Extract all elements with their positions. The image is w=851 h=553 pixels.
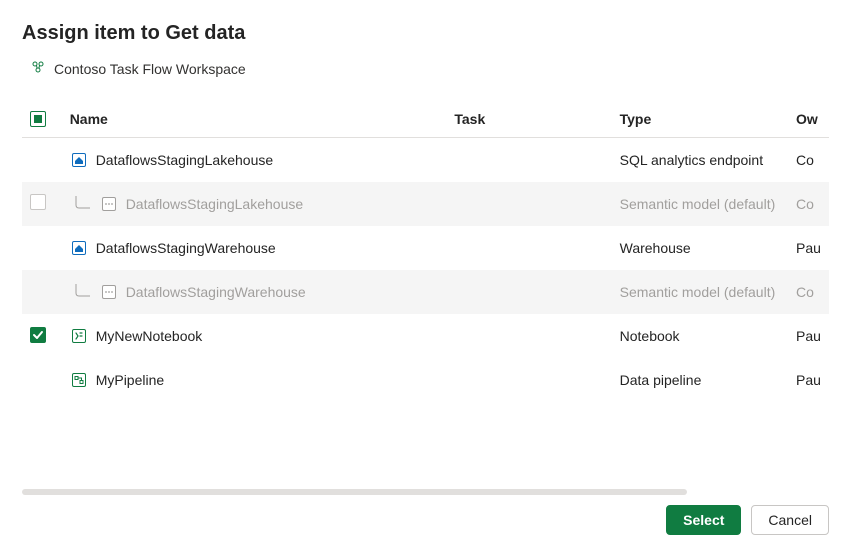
lakehouse-icon [70, 151, 88, 169]
item-type: Warehouse [612, 226, 788, 270]
table-row[interactable]: DataflowsStagingLakehouse Semantic model … [22, 182, 829, 226]
item-owner: Co [788, 138, 829, 182]
item-task [446, 358, 611, 402]
item-owner: Pau [788, 226, 829, 270]
table-row[interactable]: MyNewNotebook NotebookPau [22, 314, 829, 358]
column-header-type[interactable]: Type [612, 100, 788, 138]
item-type: Semantic model (default) [612, 270, 788, 314]
row-checkbox[interactable] [30, 194, 46, 210]
workspace-name: Contoso Task Flow Workspace [54, 61, 246, 77]
cancel-button[interactable]: Cancel [751, 505, 829, 535]
item-type: Notebook [612, 314, 788, 358]
horizontal-scrollbar[interactable] [22, 489, 687, 495]
items-table: Name Task Type Ow DataflowsStagingLakeho… [22, 100, 829, 402]
tree-elbow-icon [72, 196, 92, 212]
item-task [446, 270, 611, 314]
table-row[interactable]: DataflowsStagingWarehouse WarehousePau [22, 226, 829, 270]
table-row[interactable]: MyPipeline Data pipelinePau [22, 358, 829, 402]
notebook-icon [70, 327, 88, 345]
select-button[interactable]: Select [666, 505, 741, 535]
item-name: MyPipeline [96, 372, 164, 388]
lakehouse-icon [70, 239, 88, 257]
item-task [446, 226, 611, 270]
pipeline-icon [70, 371, 88, 389]
item-owner: Pau [788, 358, 829, 402]
item-name: DataflowsStagingWarehouse [126, 284, 306, 300]
workspace-breadcrumb: Contoso Task Flow Workspace [30, 59, 829, 78]
item-task [446, 182, 611, 226]
column-header-name[interactable]: Name [62, 100, 447, 138]
workspace-icon [30, 59, 46, 78]
select-all-checkbox[interactable] [30, 111, 46, 127]
semantic-icon [100, 195, 118, 213]
semantic-icon [100, 283, 118, 301]
item-owner: Co [788, 270, 829, 314]
item-task [446, 314, 611, 358]
item-name: DataflowsStagingLakehouse [126, 196, 303, 212]
item-type: SQL analytics endpoint [612, 138, 788, 182]
item-name: MyNewNotebook [96, 328, 203, 344]
item-name: DataflowsStagingLakehouse [96, 152, 273, 168]
dialog-footer: Select Cancel [666, 505, 829, 535]
table-row[interactable]: DataflowsStagingWarehouse Semantic model … [22, 270, 829, 314]
column-header-task[interactable]: Task [446, 100, 611, 138]
table-row[interactable]: DataflowsStagingLakehouse SQL analytics e… [22, 138, 829, 182]
item-type: Data pipeline [612, 358, 788, 402]
item-owner: Pau [788, 314, 829, 358]
item-name: DataflowsStagingWarehouse [96, 240, 276, 256]
dialog-title: Assign item to Get data [22, 22, 829, 45]
item-owner: Co [788, 182, 829, 226]
item-task [446, 138, 611, 182]
row-checkbox[interactable] [30, 327, 46, 343]
column-header-owner[interactable]: Ow [788, 100, 829, 138]
tree-elbow-icon [72, 284, 92, 300]
item-type: Semantic model (default) [612, 182, 788, 226]
header-checkbox-cell [22, 100, 62, 138]
